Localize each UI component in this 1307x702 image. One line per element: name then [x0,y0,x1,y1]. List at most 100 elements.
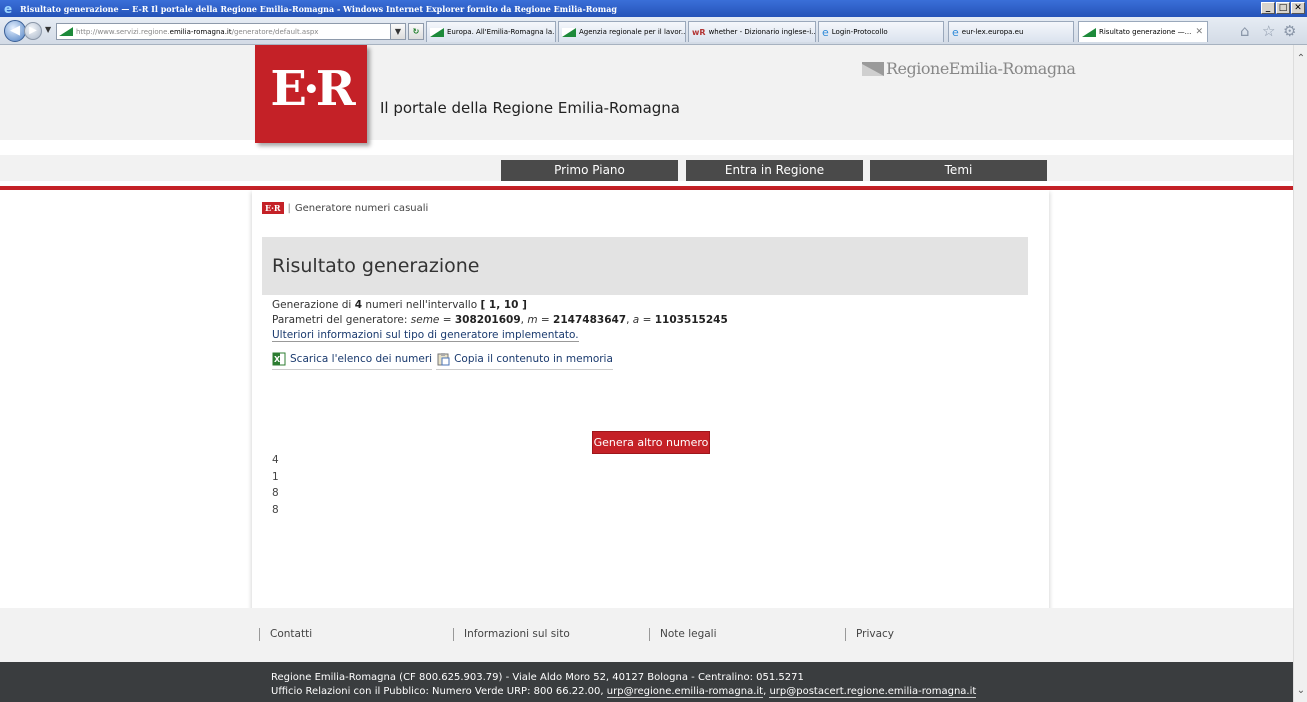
vertical-scrollbar[interactable]: ⌃ ⌄ [1293,45,1307,702]
wordreference-icon: wR [692,27,706,37]
a-label: a [632,314,640,326]
region-flag-icon [59,27,73,36]
generator-info: Generazione di 4 numeri nell'intervallo … [272,298,728,343]
tab-label: Agenzia regionale per il lavor... [579,28,686,36]
footer-link-informazioni[interactable]: Informazioni sul sito [453,628,570,641]
menu-primo-piano[interactable]: Primo Piano [501,160,678,181]
breadcrumb-current: Generatore numeri casuali [294,202,429,214]
footer-urp-text: Ufficio Relazioni con il Pubblico: Numer… [271,686,607,697]
number-list: 4 1 8 8 [272,452,279,518]
address-bar[interactable]: http://www.servizi.regione. emilia-romagn… [56,23,406,40]
download-list-button[interactable]: X Scarica l'elenco dei numeri [272,352,433,370]
tab-label: Europa. All'Emilia-Romagna la... [447,28,556,36]
tools-gear-icon[interactable]: ⚙ [1283,22,1296,40]
result-actions: X Scarica l'elenco dei numeri Copia il c… [272,352,613,370]
menu-temi[interactable]: Temi [870,160,1047,181]
generate-another-button[interactable]: Genera altro numero [592,431,710,454]
back-button[interactable]: ◀ [4,20,26,42]
region-flag-icon [862,61,884,76]
a-value: 1103515245 [654,314,728,326]
urp-email-link[interactable]: urp@regione.emilia-romagna.it [606,686,764,698]
breadcrumb-home-logo[interactable]: E·R [262,202,284,214]
ie-page-icon: e [822,25,829,39]
browser-toolbar: ◀ ▶ ▼ http://www.servizi.regione. emilia-… [0,17,1307,45]
tab-login[interactable]: e Login-Protocollo [818,21,944,42]
tab-label: whether - Dizionario inglese-i... [708,28,816,36]
count-value: 4 [354,299,362,311]
footer-address: Regione Emilia-Romagna (CF 800.625.903.7… [271,672,804,683]
seme-value: 308201609 [454,314,521,326]
forward-button[interactable]: ▶ [24,22,42,40]
region-logo[interactable]: RegioneEmilia-Romagna [862,59,1076,78]
page-title: Risultato generazione [272,255,480,277]
er-logo[interactable]: E·R [255,45,367,143]
site-footer: Regione Emilia-Romagna (CF 800.625.903.7… [0,662,1293,702]
tab-europa[interactable]: Europa. All'Emilia-Romagna la... [426,21,556,42]
footer-link-privacy[interactable]: Privacy [845,628,894,641]
address-prefix: http://www.servizi.regione. [76,27,170,36]
summary-prefix: Generazione di [272,299,355,311]
tab-label: eur-lex.europa.eu [961,28,1024,36]
footer-links: Contatti Informazioni sul sito Note lega… [0,608,1293,662]
m-value: 2147483647 [553,314,627,326]
region-flag-icon [1082,27,1096,37]
region-flag-icon [562,27,576,37]
generator-params: Parametri del generatore: seme = 3082016… [272,314,728,326]
portal-title: Il portale della Regione Emilia-Romagna [380,99,680,117]
footer-urp: Ufficio Relazioni con il Pubblico: Numer… [271,686,977,698]
region-flag-icon [430,27,444,37]
footer-link-note-legali[interactable]: Note legali [649,628,717,641]
favorites-star-icon[interactable]: ☆ [1262,22,1275,40]
list-item: 1 [272,470,279,483]
home-icon[interactable]: ⌂ [1240,22,1250,40]
region-name: RegioneEmilia-Romagna [886,59,1076,78]
address-dropdown-button[interactable]: ▼ [390,23,406,40]
maximize-button[interactable]: □ [1276,2,1290,14]
window-title: Risultato generazione — E-R Il portale d… [20,3,617,14]
ie-page-icon: e [952,25,959,39]
internet-explorer-icon: e [4,1,13,16]
svg-text:X: X [274,355,281,364]
scroll-down-icon[interactable]: ⌄ [1294,685,1307,696]
close-tab-icon[interactable]: ✕ [1195,27,1203,37]
download-label: Scarica l'elenco dei numeri [290,353,433,365]
main-menu: Primo Piano Entra in Regione Temi [0,155,1293,181]
seme-label: seme [410,314,440,326]
result-title-box: Risultato generazione [262,237,1028,295]
breadcrumb-separator: | [287,202,291,214]
clipboard-icon [437,353,450,366]
excel-icon: X [272,352,286,366]
tab-agenzia[interactable]: Agenzia regionale per il lavor... [558,21,686,42]
footer-link-contatti[interactable]: Contatti [259,628,312,641]
site-header: E·R Il portale della Regione Emilia-Roma… [0,45,1293,143]
history-dropdown-icon[interactable]: ▼ [45,25,51,34]
copy-to-clipboard-button[interactable]: Copia il contenuto in memoria [436,352,613,370]
window-controls: _ □ ✕ [1261,2,1305,14]
tab-eurlex[interactable]: e eur-lex.europa.eu [948,21,1074,42]
tab-label: Risultato generazione —... [1099,28,1192,36]
params-prefix: Parametri del generatore: [272,314,411,326]
breadcrumb: E·R | Generatore numeri casuali [262,202,428,214]
list-item: 4 [272,454,279,466]
refresh-button[interactable]: ↻ [408,23,424,40]
page-viewport: E·R Il portale della Regione Emilia-Roma… [0,45,1293,702]
tab-risultato[interactable]: Risultato generazione —... ✕ [1078,21,1208,42]
tab-label: Login-Protocollo [831,28,888,36]
summary-mid: numeri nell'intervallo [362,299,481,311]
more-info-link[interactable]: Ulteriori informazioni sul tipo di gener… [272,329,579,342]
list-item: 8 [272,487,279,499]
window-title-bar: e Risultato generazione — E-R Il portale… [0,0,1307,17]
copy-label: Copia il contenuto in memoria [454,353,613,365]
address-suffix: /generatore/default.aspx [231,27,319,36]
menu-entra-in-regione[interactable]: Entra in Regione [686,160,863,181]
minimize-button[interactable]: _ [1261,2,1275,14]
m-label: m [527,314,538,326]
main-content: E·R | Generatore numeri casuali Risultat… [252,190,1049,660]
tab-whether[interactable]: wR whether - Dizionario inglese-i... [688,21,816,42]
list-item: 8 [272,503,279,516]
pec-email-link[interactable]: urp@postacert.regione.emilia-romagna.it [769,686,977,698]
close-window-button[interactable]: ✕ [1291,2,1305,14]
scroll-up-icon[interactable]: ⌃ [1294,53,1307,64]
generation-summary: Generazione di 4 numeri nell'intervallo … [272,298,728,313]
address-host: emilia-romagna.it [169,27,232,36]
